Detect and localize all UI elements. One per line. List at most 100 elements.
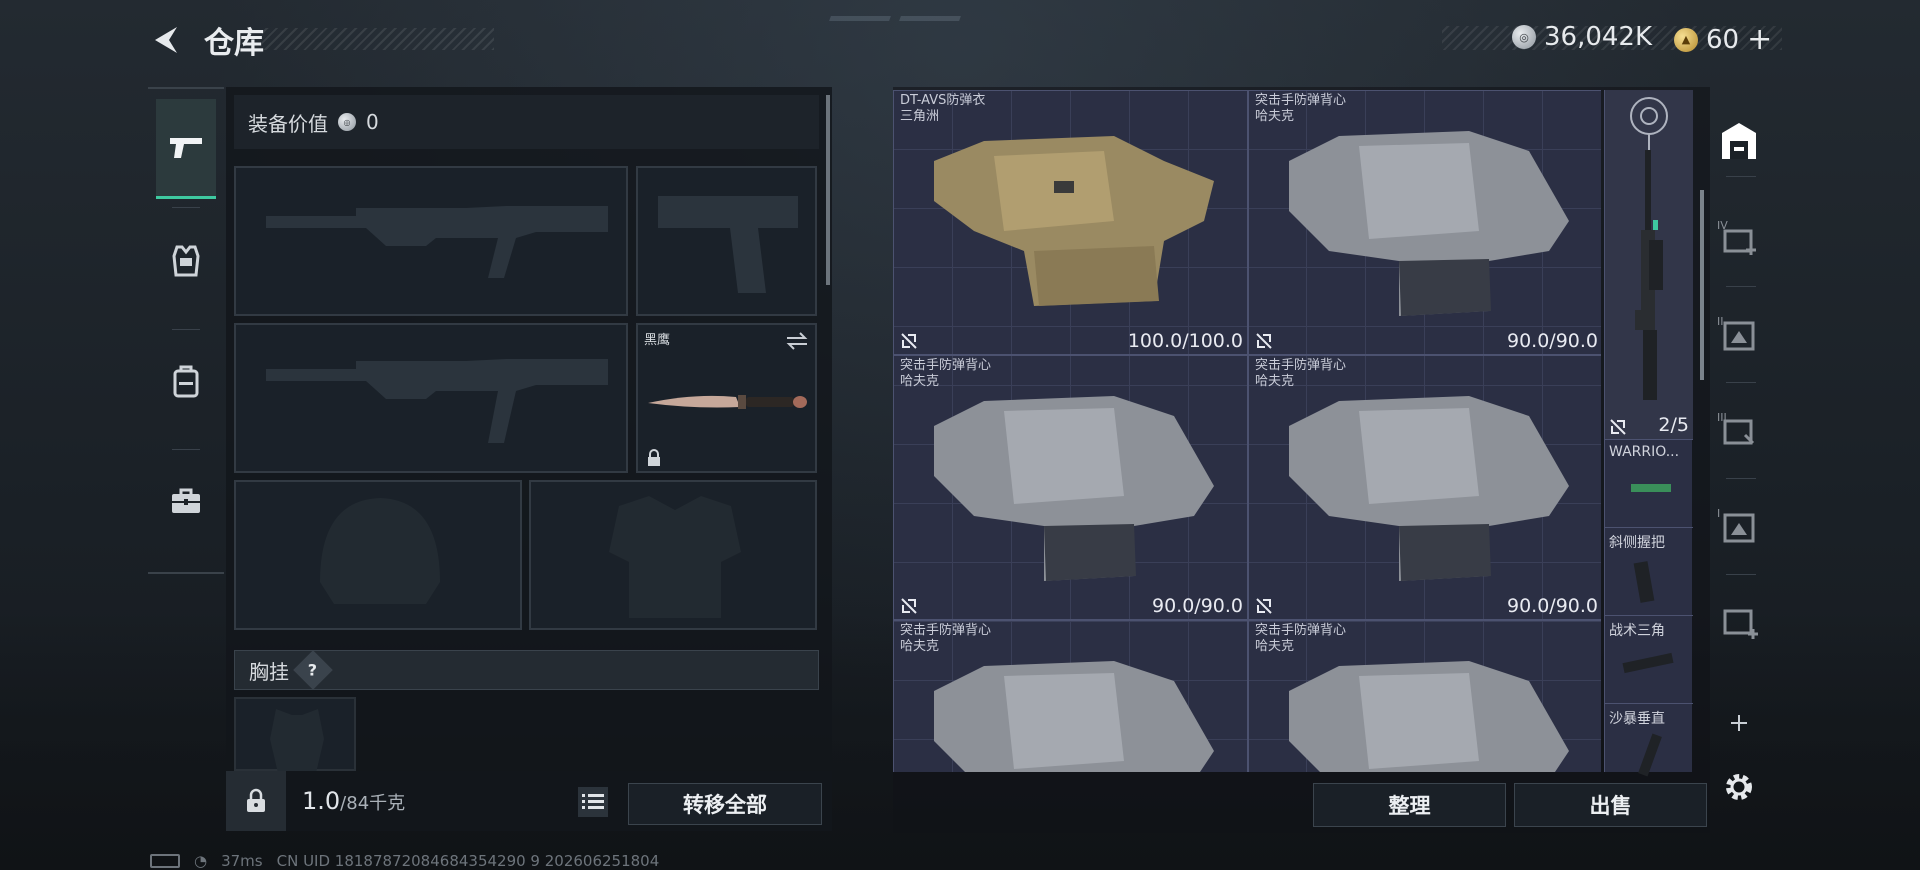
rifle-silhouette-icon bbox=[266, 359, 608, 443]
weight-max: /84千克 bbox=[340, 793, 406, 814]
durability-icon bbox=[901, 333, 917, 349]
durability-icon bbox=[1256, 598, 1272, 614]
storage-expand-4-icon[interactable]: IV bbox=[1712, 210, 1766, 264]
grey-vest-icon bbox=[1289, 661, 1569, 772]
background-streak bbox=[829, 16, 891, 21]
sidebar-divider bbox=[1726, 478, 1756, 479]
add-icon[interactable] bbox=[1712, 696, 1766, 750]
melee-slot[interactable]: 黑鹰 bbox=[636, 323, 817, 473]
vest-icon bbox=[172, 245, 200, 277]
wifi-icon: ◔ bbox=[194, 852, 208, 870]
tab-case[interactable] bbox=[156, 451, 216, 551]
equipment-value-row: 装备价值 ◎ 0 bbox=[234, 95, 819, 149]
svg-text:I: I bbox=[1717, 507, 1720, 520]
attachment-column: 2/5 WARRIO... 斜侧握把 战术三角 沙暴垂直 bbox=[1604, 90, 1693, 777]
chest-rig-silhouette-icon bbox=[270, 709, 324, 773]
storage-grid: DT-AVS防弹衣 三角洲 100.0/100.0 突击手防弹背心 哈夫克 90.0… bbox=[893, 90, 1601, 772]
sidebar-divider bbox=[1726, 176, 1756, 177]
sell-button[interactable]: 出售 bbox=[1514, 783, 1707, 827]
rifle-item[interactable]: 2/5 bbox=[1605, 90, 1693, 440]
laser-icon bbox=[1631, 484, 1671, 492]
chest-rig-header: 胸挂 ? bbox=[234, 650, 819, 690]
grey-vest-icon bbox=[934, 396, 1214, 581]
storage-item[interactable]: 突击手防弹背心 哈夫克 90.0/90.0 bbox=[893, 355, 1248, 620]
chest-rig-label: 胸挂 bbox=[249, 659, 289, 684]
status-bar: ◔ 37ms CN UID 18187872084684354290 9 202… bbox=[150, 852, 659, 870]
storage-item[interactable]: 突击手防弹背心 哈夫克 90.0/90.0 bbox=[1248, 355, 1601, 620]
settings-gear-icon[interactable] bbox=[1712, 760, 1766, 814]
equipment-value-label: 装备价值 bbox=[248, 111, 328, 136]
attachment-item[interactable]: WARRIO... bbox=[1605, 442, 1693, 528]
silver-coin-icon: ◎ bbox=[1512, 25, 1536, 49]
item-durability: 90.0/90.0 bbox=[1506, 330, 1598, 352]
page-title: 仓库 bbox=[204, 26, 264, 61]
list-view-button[interactable] bbox=[578, 787, 608, 817]
helmet-slot[interactable] bbox=[234, 480, 522, 630]
sidebar-divider bbox=[1726, 286, 1756, 287]
storage-scrollbar[interactable] bbox=[1700, 190, 1704, 380]
grip-icon bbox=[1638, 733, 1662, 777]
loadout-footer: 1.0/84千克 转移全部 bbox=[226, 771, 832, 831]
transfer-all-button[interactable]: 转移全部 bbox=[628, 783, 822, 825]
weight-current: 1.0 bbox=[302, 787, 341, 815]
body-armor-slot[interactable] bbox=[529, 480, 817, 630]
storage-slot-3-icon[interactable]: III bbox=[1712, 402, 1766, 456]
durability-icon bbox=[1256, 333, 1272, 349]
item-name: 斜侧握把 bbox=[1609, 535, 1665, 551]
ping: 37ms bbox=[221, 852, 263, 870]
storage-item[interactable]: 突击手防弹背心 哈夫克 bbox=[893, 620, 1248, 772]
melee-name: 黑鹰 bbox=[644, 333, 671, 348]
sort-button[interactable]: 整理 bbox=[1313, 783, 1506, 827]
primary-weapon-slot[interactable] bbox=[234, 166, 628, 316]
loadout-scrollbar[interactable] bbox=[826, 95, 830, 285]
item-name: DT-AVS防弹衣 bbox=[900, 93, 986, 108]
durability-icon bbox=[1610, 419, 1626, 435]
back-button[interactable] bbox=[148, 22, 184, 58]
storage-item[interactable]: 突击手防弹背心 哈夫克 bbox=[1248, 620, 1601, 772]
tab-divider bbox=[172, 329, 200, 330]
attachment-item[interactable]: 沙暴垂直 bbox=[1605, 706, 1693, 777]
silver-currency: ◎ 36,042K bbox=[1512, 22, 1652, 52]
gold-currency[interactable]: ▲ 60 + bbox=[1674, 22, 1772, 57]
attachment-item[interactable]: 斜侧握把 bbox=[1605, 530, 1693, 616]
attachment-item[interactable]: 战术三角 bbox=[1605, 618, 1693, 704]
knife-icon bbox=[648, 395, 807, 409]
lock-button[interactable] bbox=[226, 771, 286, 831]
storage-slot-2-icon[interactable]: II bbox=[1712, 306, 1766, 360]
storage-slot-1-icon[interactable]: I bbox=[1712, 498, 1766, 552]
sidebar-divider bbox=[1726, 574, 1756, 575]
category-tabbar bbox=[148, 87, 224, 574]
sidebar-divider bbox=[1726, 382, 1756, 383]
tab-weapons[interactable] bbox=[156, 99, 216, 199]
rifle-count: 2/5 bbox=[1658, 414, 1689, 436]
durability-icon bbox=[901, 598, 917, 614]
storage-add-slot-icon[interactable] bbox=[1712, 594, 1766, 648]
equipment-value-amount: 0 bbox=[366, 110, 379, 134]
tab-backpack[interactable] bbox=[156, 331, 216, 431]
sidearm-slot[interactable] bbox=[636, 166, 817, 316]
add-gold-button[interactable]: + bbox=[1747, 22, 1772, 57]
chest-rig-slot[interactable] bbox=[234, 697, 356, 773]
tab-armor[interactable] bbox=[156, 211, 216, 311]
secondary-weapon-slot[interactable] bbox=[234, 323, 628, 473]
grey-vest-icon bbox=[1289, 131, 1569, 316]
svg-text:II: II bbox=[1717, 315, 1724, 328]
item-name: 战术三角 bbox=[1609, 623, 1665, 639]
storage-item[interactable]: 突击手防弹背心 哈夫克 90.0/90.0 bbox=[1248, 90, 1601, 355]
silver-amount: 36,042K bbox=[1544, 22, 1653, 52]
item-name: 沙暴垂直 bbox=[1609, 711, 1665, 727]
grey-vest-icon bbox=[1289, 396, 1569, 581]
briefcase-icon bbox=[172, 488, 200, 513]
gold-amount: 60 bbox=[1706, 24, 1740, 55]
storage-item[interactable]: DT-AVS防弹衣 三角洲 100.0/100.0 bbox=[893, 90, 1248, 355]
item-durability: 90.0/90.0 bbox=[1506, 595, 1598, 617]
swap-icon[interactable] bbox=[785, 331, 809, 351]
uid: CN UID 18187872084684354290 9 2026062518… bbox=[276, 852, 660, 870]
grip-icon bbox=[1633, 561, 1655, 603]
pistol-silhouette-icon bbox=[658, 196, 798, 293]
help-icon[interactable]: ? bbox=[293, 650, 333, 690]
grey-vest-icon bbox=[934, 661, 1214, 772]
item-durability: 100.0/100.0 bbox=[1127, 330, 1243, 352]
pistol-icon bbox=[170, 137, 202, 158]
storage-main-icon[interactable] bbox=[1712, 114, 1766, 168]
